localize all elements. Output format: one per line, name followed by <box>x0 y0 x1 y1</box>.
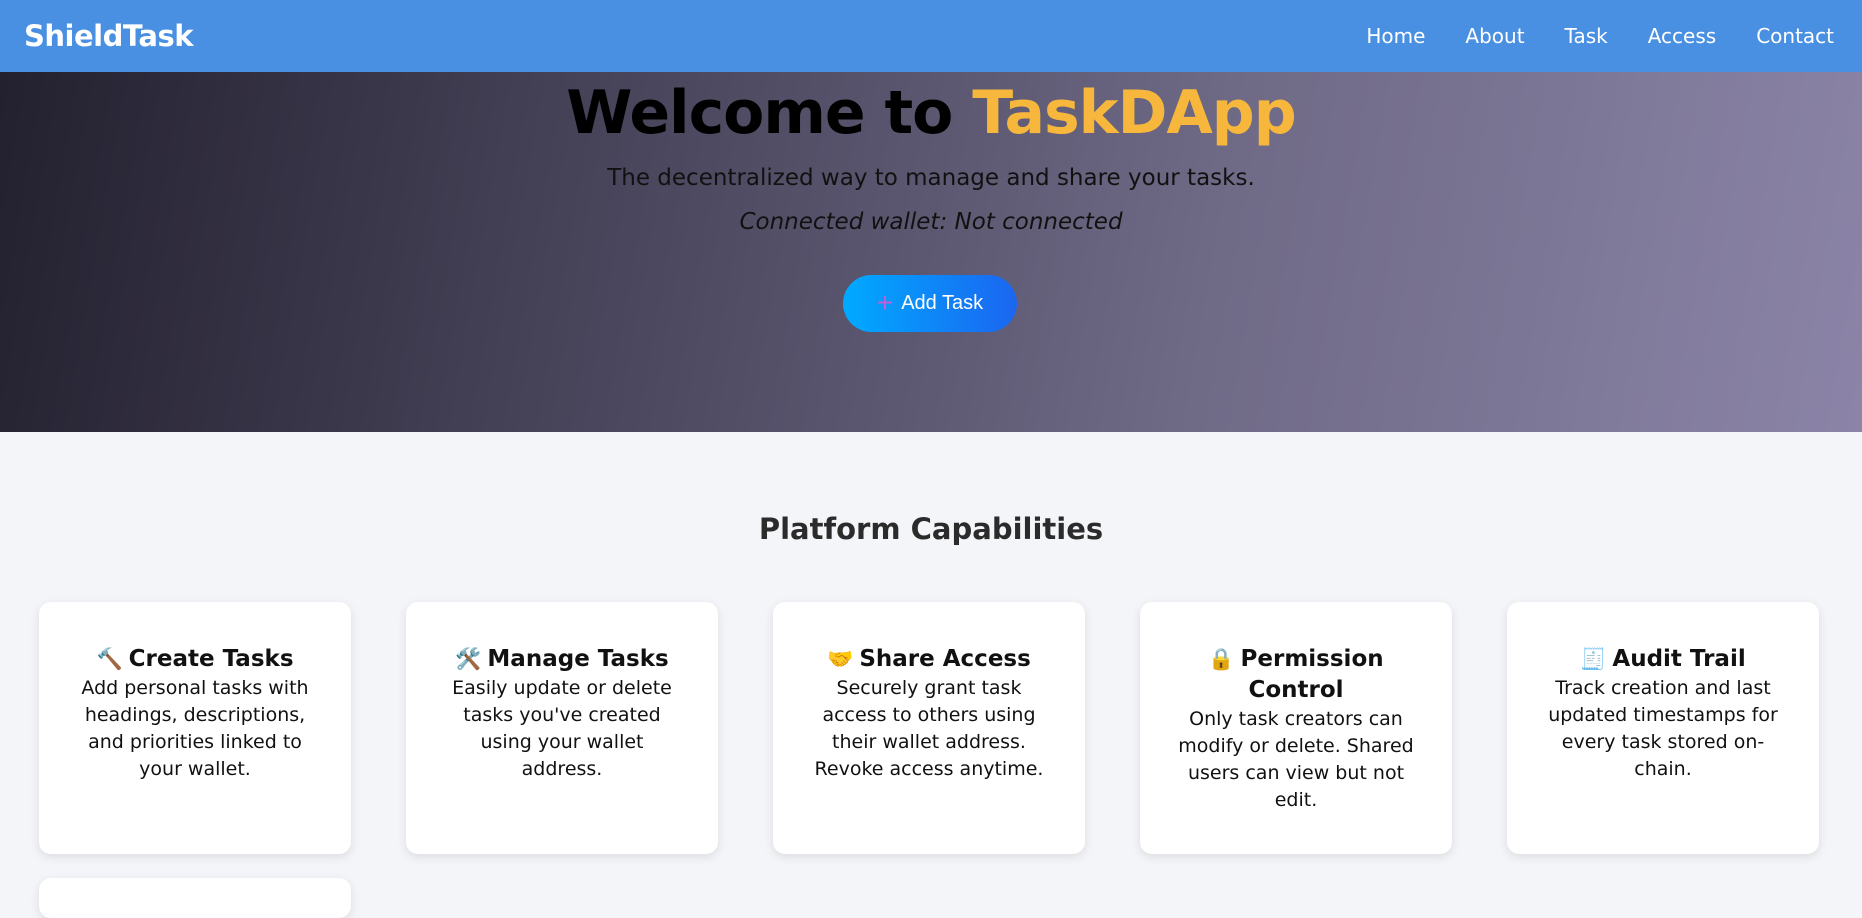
card-title: 🔒 Permission Control <box>1176 644 1416 706</box>
card-title: 🧾 Audit Trail <box>1543 644 1783 675</box>
wallet-status: Connected wallet: Not connected <box>739 209 1123 235</box>
nav-link-access[interactable]: Access <box>1648 24 1716 48</box>
tools-icon: 🛠️ <box>455 647 482 671</box>
hero-title-prefix: Welcome to <box>566 78 973 148</box>
nav-links: Home About Task Access Contact <box>1366 24 1838 48</box>
capability-card-audit-trail: 🧾 Audit Trail Track creation and last upd… <box>1507 602 1819 854</box>
hero-title: Welcome to TaskDApp <box>0 78 1862 148</box>
navbar: ShieldTask Home About Task Access Contac… <box>0 0 1862 72</box>
card-description: Only task creators can modify or delete.… <box>1178 708 1414 811</box>
nav-link-about[interactable]: About <box>1465 24 1524 48</box>
hero-subtitle: The decentralized way to manage and shar… <box>607 165 1255 191</box>
capability-card-manage-tasks: 🛠️ Manage Tasks Easily update or delete t… <box>406 602 718 854</box>
card-title-text: Permission Control <box>1240 646 1384 703</box>
capabilities-title: Platform Capabilities <box>758 512 1104 546</box>
capability-card-permission-control: 🔒 Permission Control Only task creators c… <box>1140 602 1452 854</box>
nav-link-contact[interactable]: Contact <box>1756 24 1834 48</box>
hero-title-accent: TaskDApp <box>972 78 1296 148</box>
plus-icon: + <box>876 286 894 318</box>
receipt-icon: 🧾 <box>1580 647 1607 671</box>
card-description: Easily update or delete tasks you've cre… <box>452 677 672 780</box>
nav-link-task[interactable]: Task <box>1565 24 1608 48</box>
card-title-text: Manage Tasks <box>487 646 669 672</box>
hammer-icon: 🔨 <box>96 647 123 671</box>
card-title-text: Create Tasks <box>128 646 294 672</box>
brand-logo[interactable]: ShieldTask <box>24 19 194 53</box>
card-title-text: Audit Trail <box>1612 646 1746 672</box>
card-title-text: Share Access <box>859 646 1031 672</box>
card-description: Securely grant task access to others usi… <box>814 677 1044 780</box>
capability-card-share-access: 🤝 Share Access Securely grant task access… <box>773 602 1085 854</box>
add-task-button[interactable]: + Add Task <box>843 275 1017 332</box>
capability-card-partial <box>39 878 351 918</box>
card-title: 🔨 Create Tasks <box>75 644 315 675</box>
card-title: 🤝 Share Access <box>809 644 1049 675</box>
add-task-label: Add Task <box>901 292 984 314</box>
lock-icon: 🔒 <box>1208 647 1235 671</box>
nav-link-home[interactable]: Home <box>1366 24 1425 48</box>
card-description: Add personal tasks with headings, descri… <box>81 677 309 780</box>
card-description: Track creation and last updated timestam… <box>1548 677 1778 780</box>
handshake-icon: 🤝 <box>827 647 854 671</box>
capability-card-create-tasks: 🔨 Create Tasks Add personal tasks with he… <box>39 602 351 854</box>
card-title: 🛠️ Manage Tasks <box>442 644 682 675</box>
hero-section: Welcome to TaskDApp The decentralized wa… <box>0 72 1862 432</box>
